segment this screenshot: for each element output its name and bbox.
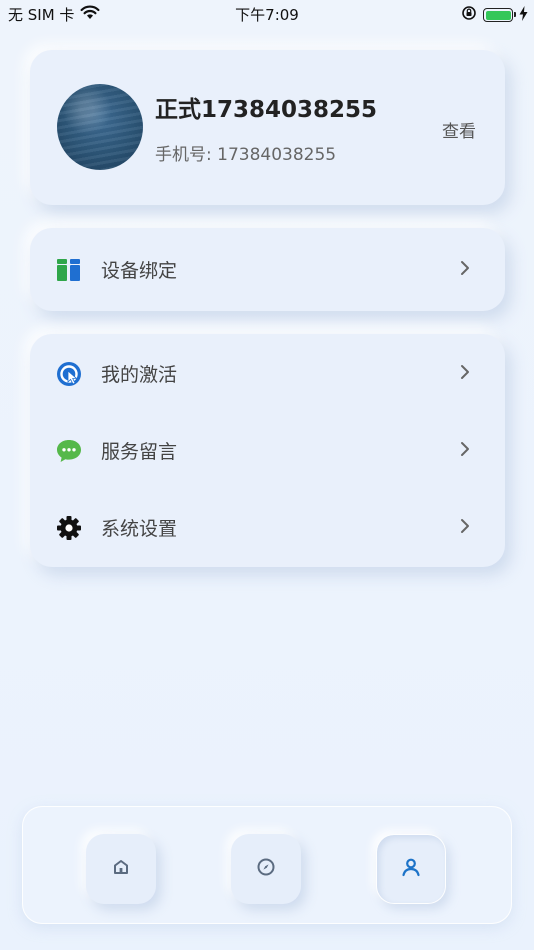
profile-card[interactable]: 正式17384038255 手机号: 17384038255 查看 [30,50,505,205]
orientation-lock-icon [461,5,477,25]
chevron-right-icon [455,439,475,459]
activation-icon [52,357,86,391]
view-profile-link[interactable]: 查看 [442,117,476,142]
menu-card: 我的激活 服务留言 系统设置 [30,334,505,567]
compass-icon [256,857,276,881]
chevron-right-icon [455,362,475,382]
bottom-tab-bar [22,806,512,924]
home-icon [111,857,131,881]
tab-profile[interactable] [376,834,446,904]
charging-bolt-icon [519,5,528,25]
status-bar: 无 SIM 卡 下午7:09 [0,0,534,28]
tab-discover[interactable] [231,834,301,904]
profile-name: 正式17384038255 [155,97,378,123]
chevron-right-icon [455,258,475,278]
status-time: 下午7:09 [235,6,299,24]
menu-item-activation[interactable]: 我的激活 [30,343,505,403]
message-icon [52,434,86,468]
profile-phone: 手机号: 17384038255 [155,145,337,165]
device-bind-icon [52,253,86,287]
avatar[interactable] [57,84,143,170]
settings-gear-icon [52,511,86,545]
status-right [461,5,528,25]
menu-item-label: 设备绑定 [101,260,178,282]
menu-item-label: 服务留言 [101,441,178,463]
tab-home[interactable] [86,834,156,904]
profile-icon [400,856,422,882]
battery-fill [485,10,511,20]
menu-item-service-message[interactable]: 服务留言 [30,420,505,480]
chevron-right-icon [455,516,475,536]
menu-item-label: 我的激活 [101,364,178,386]
menu-item-system-settings[interactable]: 系统设置 [30,497,505,557]
menu-item-label: 系统设置 [101,518,178,540]
battery-indicator [483,8,516,22]
menu-item-device-binding[interactable]: 设备绑定 [30,239,505,299]
device-binding-card: 设备绑定 [30,228,505,311]
